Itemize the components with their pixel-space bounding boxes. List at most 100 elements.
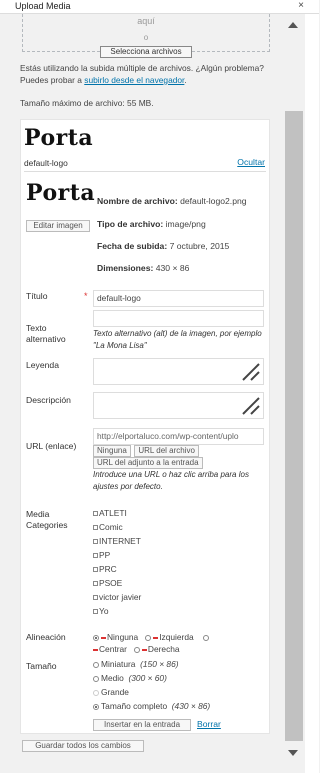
checkbox[interactable] xyxy=(93,580,98,586)
title-input[interactable]: default-logo xyxy=(93,290,264,307)
resize-handle-icon[interactable] xyxy=(239,396,261,416)
title-label: Título xyxy=(26,291,48,301)
categories-label: Media Categories xyxy=(26,509,68,531)
window-title: Upload Media xyxy=(15,1,71,11)
scroll-thumb[interactable] xyxy=(285,111,303,741)
size-option[interactable]: Miniatura (150 × 86) xyxy=(93,657,210,671)
checkbox[interactable] xyxy=(93,594,98,600)
or-text: o xyxy=(143,33,149,42)
checkbox[interactable] xyxy=(93,510,98,516)
category-label: Yo xyxy=(99,606,109,616)
alt-text-input[interactable] xyxy=(93,310,264,327)
category-item[interactable]: ATLETI xyxy=(93,506,141,520)
category-label: victor javier xyxy=(99,592,142,602)
url-file-button[interactable]: URL del archivo xyxy=(134,445,199,457)
align-center-radio[interactable] xyxy=(202,634,209,641)
checkbox[interactable] xyxy=(93,566,98,572)
category-item[interactable]: INTERNET xyxy=(93,534,141,548)
caption-textarea[interactable] xyxy=(93,358,264,385)
category-label: PP xyxy=(99,550,111,560)
alt-text-label: Texto alternativo xyxy=(26,323,66,345)
align-none-icon xyxy=(101,636,106,639)
alignment-row-2: Centrar Derecha xyxy=(93,643,180,655)
size-dims: (430 × 86) xyxy=(171,701,211,711)
categories-list: ATLETI Comic INTERNET PP PRC PSOE victor… xyxy=(93,506,141,618)
size-label: Tamaño xyxy=(26,661,57,671)
category-label: Comic xyxy=(99,522,123,532)
size-name: Medio xyxy=(101,673,124,683)
filename-meta: Nombre de archivo: default-logo2.png xyxy=(97,196,247,206)
alignment-row-1: Ninguna Izquierda xyxy=(93,631,211,643)
description-textarea[interactable] xyxy=(93,392,264,419)
size-radio[interactable] xyxy=(93,675,99,682)
category-item[interactable]: PSOE xyxy=(93,576,141,590)
size-name: Miniatura xyxy=(101,659,136,669)
url-label: URL (enlace) xyxy=(26,441,77,451)
save-all-changes-button[interactable]: Guardar todos los cambios xyxy=(22,740,144,752)
dimensions-label: Dimensiones: xyxy=(97,263,154,273)
url-none-button[interactable]: Ninguna xyxy=(93,445,131,457)
checkbox[interactable] xyxy=(93,608,98,614)
align-right-radio[interactable] xyxy=(133,646,140,653)
scroll-up-arrow-icon[interactable] xyxy=(288,22,298,28)
category-item[interactable]: Yo xyxy=(93,604,141,618)
upload-date-value: 7 octubre, 2015 xyxy=(169,241,230,251)
size-radio[interactable] xyxy=(93,689,99,696)
filename-value: default-logo2.png xyxy=(180,196,247,206)
delete-link[interactable]: Borrar xyxy=(197,719,221,729)
filetype-value: image/png xyxy=(165,219,206,229)
url-input[interactable]: http://elportaluco.com/wp-content/uplo xyxy=(93,428,264,445)
categories-label-line2: Categories xyxy=(26,520,68,530)
size-radio[interactable] xyxy=(93,703,99,710)
uploader-info: Estás utilizando la subida múltiple de a… xyxy=(20,62,278,86)
alignment-label: Alineación xyxy=(26,632,66,642)
insert-into-post-button[interactable]: Insertar en la entrada xyxy=(93,719,191,731)
size-option[interactable]: Medio (300 × 60) xyxy=(93,671,210,685)
description-label: Descripción xyxy=(26,395,71,405)
max-size-text: Tamaño máximo de archivo: 55 MB. xyxy=(20,98,154,108)
checkbox[interactable] xyxy=(93,524,98,530)
category-item[interactable]: PP xyxy=(93,548,141,562)
align-left-label: Izquierda xyxy=(159,632,194,642)
close-icon[interactable]: × xyxy=(298,0,304,11)
divider xyxy=(24,171,266,172)
category-item[interactable]: Comic xyxy=(93,520,141,534)
filetype-meta: Tipo de archivo: image/png xyxy=(97,219,206,229)
scroll-down-arrow-icon[interactable] xyxy=(288,750,298,756)
url-attachment-button[interactable]: URL del adjunto a la entrada xyxy=(93,457,203,469)
checkbox[interactable] xyxy=(93,538,98,544)
resize-handle-icon[interactable] xyxy=(239,362,261,382)
align-center-icon xyxy=(93,648,98,651)
category-item[interactable]: PRC xyxy=(93,562,141,576)
align-left-icon xyxy=(153,636,159,639)
checkbox[interactable] xyxy=(93,552,98,558)
thumbnail-logo: Porta xyxy=(26,180,96,206)
align-none-label: Ninguna xyxy=(107,632,139,642)
vertical-scrollbar[interactable] xyxy=(283,14,305,773)
align-right-label: Derecha xyxy=(147,644,180,654)
category-item[interactable]: victor javier xyxy=(93,590,141,604)
align-none-radio[interactable] xyxy=(93,634,99,641)
preview-filename: default-logo xyxy=(24,158,68,168)
drop-text: aquí xyxy=(137,16,155,26)
category-label: PRC xyxy=(99,564,117,574)
upload-date-label: Fecha de subida: xyxy=(97,241,168,251)
size-option[interactable]: Grande xyxy=(93,685,210,699)
size-radio[interactable] xyxy=(93,661,99,668)
alt-text-label-line2: alternativo xyxy=(26,334,66,344)
select-files-button[interactable]: Selecciona archivos xyxy=(100,46,192,58)
hide-link[interactable]: Ocultar xyxy=(237,157,265,167)
browser-uploader-link[interactable]: subirlo desde el navegador xyxy=(84,75,184,85)
size-list: Miniatura (150 × 86) Medio (300 × 60) Gr… xyxy=(93,657,210,713)
filetype-label: Tipo de archivo: xyxy=(97,219,164,229)
align-right-icon xyxy=(141,648,147,651)
size-option[interactable]: Tamaño completo (430 × 86) xyxy=(93,699,210,713)
align-center-label: Centrar xyxy=(99,644,127,654)
preview-logo: Porta xyxy=(24,125,94,151)
required-mark: * xyxy=(84,291,88,301)
window-titlebar: Upload Media × xyxy=(0,0,319,14)
category-label: ATLETI xyxy=(99,508,127,518)
uploader-info-end: . xyxy=(184,75,187,85)
align-left-radio[interactable] xyxy=(145,634,152,641)
edit-image-button[interactable]: Editar imagen xyxy=(26,220,90,232)
